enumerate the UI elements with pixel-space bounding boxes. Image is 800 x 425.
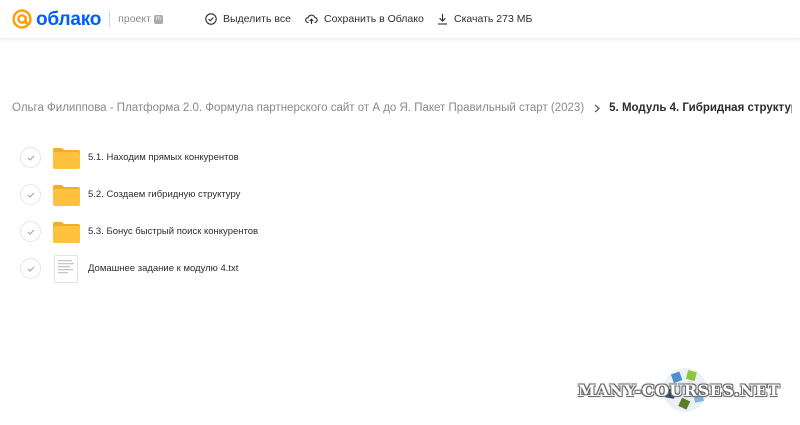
save-to-cloud-button[interactable]: Сохранить в Облако bbox=[305, 0, 424, 38]
breadcrumb: Ольга Филиппова - Платформа 2.0. Формула… bbox=[12, 100, 792, 116]
check-icon bbox=[27, 192, 34, 198]
download-label: Скачать 273 МБ bbox=[454, 13, 533, 25]
select-checkbox[interactable] bbox=[20, 221, 41, 242]
select-checkbox[interactable] bbox=[20, 184, 41, 205]
download-icon bbox=[438, 14, 447, 25]
file-name[interactable]: Домашнее задание к модулю 4.txt bbox=[88, 263, 238, 274]
save-to-cloud-label: Сохранить в Облако bbox=[324, 13, 424, 25]
cloud-upload-icon bbox=[305, 14, 318, 24]
at-sign-icon bbox=[12, 9, 32, 29]
select-checkbox[interactable] bbox=[20, 258, 41, 279]
list-item[interactable]: 5.3. Бонус быстрый поиск конкурентов bbox=[20, 213, 420, 250]
top-bar: облако проект m Выделить все Сохранить в… bbox=[0, 0, 800, 38]
select-all-label: Выделить все bbox=[223, 13, 291, 25]
watermark-text: MANY-COURSES.NET bbox=[578, 381, 781, 400]
folder-icon bbox=[51, 181, 81, 209]
list-item[interactable]: Домашнее задание к модулю 4.txt bbox=[20, 250, 420, 287]
list-item[interactable]: 5.1. Находим прямых конкурентов bbox=[20, 139, 420, 176]
select-all-button[interactable]: Выделить все bbox=[205, 0, 291, 38]
breadcrumb-current: 5. Модуль 4. Гибридная структура... bbox=[609, 102, 792, 114]
project-text: проект bbox=[118, 13, 151, 25]
list-item[interactable]: 5.2. Создаем гибридную структуру bbox=[20, 176, 420, 213]
project-badge: m bbox=[153, 14, 163, 24]
file-name[interactable]: 5.1. Находим прямых конкурентов bbox=[88, 152, 239, 163]
check-icon bbox=[27, 229, 34, 235]
cloud-logo[interactable]: облако bbox=[11, 0, 101, 38]
logo-text: облако bbox=[36, 8, 102, 30]
download-button[interactable]: Скачать 273 МБ bbox=[437, 0, 532, 38]
breadcrumb-parent-link[interactable]: Ольга Филиппова - Платформа 2.0. Формула… bbox=[12, 102, 584, 114]
check-icon bbox=[27, 155, 34, 161]
select-checkbox[interactable] bbox=[20, 147, 41, 168]
file-name[interactable]: 5.3. Бонус быстрый поиск конкурентов bbox=[88, 226, 258, 237]
file-name[interactable]: 5.2. Создаем гибридную структуру bbox=[88, 189, 240, 200]
check-circle-icon bbox=[205, 13, 217, 25]
chevron-right-icon bbox=[594, 104, 601, 113]
folder-icon bbox=[51, 144, 81, 172]
project-label: проект m bbox=[118, 13, 163, 25]
check-icon bbox=[27, 266, 34, 272]
folder-icon bbox=[51, 218, 81, 246]
file-list: 5.1. Находим прямых конкурентов 5.2. Соз… bbox=[20, 139, 420, 287]
logo-divider bbox=[109, 11, 111, 27]
text-file-icon bbox=[51, 254, 81, 283]
